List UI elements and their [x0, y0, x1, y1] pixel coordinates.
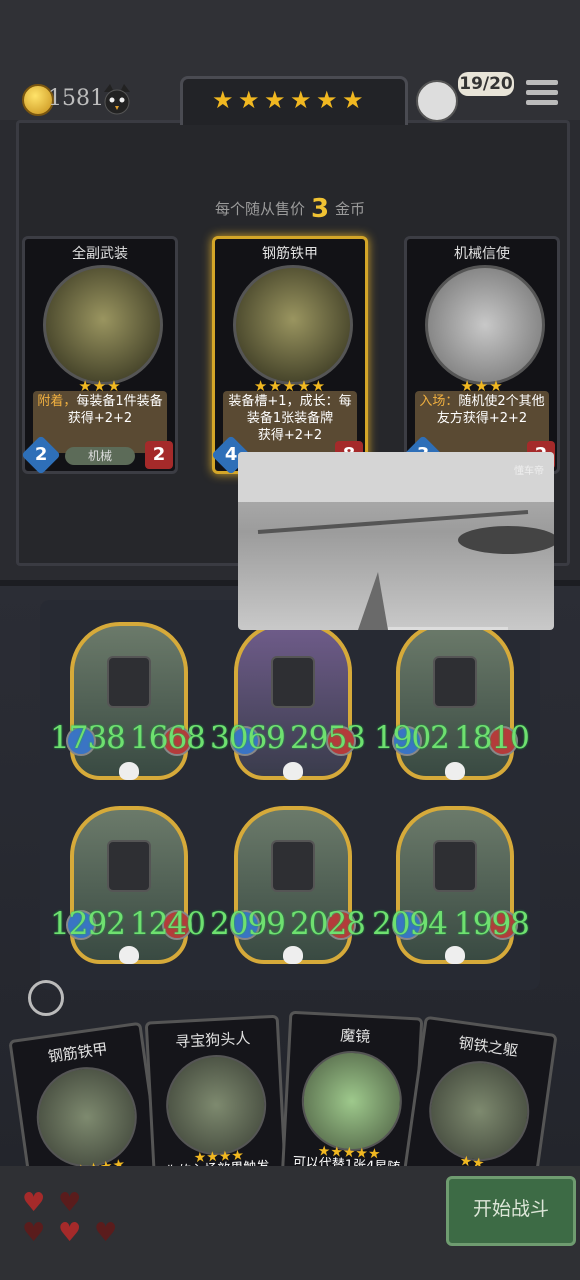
video-progress [388, 627, 508, 630]
star-icon: ★ [316, 86, 338, 114]
tribe-tag: 机械 [65, 447, 135, 465]
card-desc-text2: 获得+2+2 [67, 411, 133, 426]
minion-health: 1810 [454, 720, 530, 756]
board-minion[interactable] [230, 622, 356, 780]
card-art [299, 1048, 405, 1154]
minion-attack: 2094 [372, 906, 448, 942]
heart-empty-icon: ♥ [94, 1218, 118, 1248]
card-art [163, 1052, 269, 1158]
heart-empty-icon: ♥ [22, 1218, 46, 1248]
star-icon: ★ [342, 86, 364, 114]
heart-icon: ♥ [58, 1218, 82, 1248]
player-avatar[interactable] [416, 80, 458, 122]
star-icon: ★ [290, 86, 312, 114]
card-desc-text2: 友方获得+2+2 [436, 411, 528, 426]
minion-attack: 1292 [50, 906, 126, 942]
sell-price-suffix: 金币 [335, 200, 366, 218]
heart-icon: ♥ [22, 1188, 46, 1218]
star-icon: ★ [264, 86, 286, 114]
card-art [425, 265, 545, 385]
minion-health: 1998 [454, 906, 530, 942]
card-desc-text: 随机使2个其他 [458, 394, 545, 409]
shop-card[interactable]: 钢筋铁甲 ★★★★★ 装备槽+1，成长：每装备1张装备牌获得+2+2 4 8 [211, 236, 368, 475]
video-frame [238, 452, 554, 630]
magnifier-icon[interactable] [28, 980, 64, 1016]
coin-count: 1581 [48, 86, 104, 111]
minion-attack: 1902 [374, 720, 450, 756]
card-keyword: 附着， [37, 394, 77, 409]
card-title: 寻宝狗头人 [174, 1029, 251, 1052]
video-overlay[interactable]: 懂车帝 [238, 452, 554, 630]
minion-health: 2953 [290, 720, 366, 756]
card-art [43, 265, 163, 385]
heart-empty-icon: ♥ [58, 1188, 82, 1218]
shop-card[interactable]: 机械信使 ★★★ 入场：随机使2个其他友方获得+2+2 3 2 [403, 236, 560, 475]
minion-attack: 1738 [50, 720, 126, 756]
star-icon: ★ [238, 86, 260, 114]
minion-health: 1240 [130, 906, 206, 942]
card-title: 钢筋铁甲 [46, 1039, 109, 1066]
sell-price-value: 3 [310, 194, 330, 224]
board-minion[interactable] [392, 622, 518, 780]
minion-attack: 2099 [210, 906, 286, 942]
card-title: 机械信使 [454, 246, 510, 262]
card-keyword: 入场： [419, 394, 459, 409]
card-title: 全副武装 [72, 246, 128, 262]
level-badge: 19/20 [458, 72, 514, 96]
start-battle-button[interactable]: 开始战斗 [446, 1176, 576, 1246]
video-watermark: 懂车帝 [514, 466, 544, 477]
card-title: 钢筋铁甲 [262, 246, 318, 262]
star-icon: ★ [212, 86, 234, 114]
minion-attack: 3069 [210, 720, 286, 756]
shop-card[interactable]: 全副武装 ★★★ 附着，每装备1件装备 获得+2+2 2 机械 2 [21, 236, 178, 475]
board-minion[interactable] [66, 622, 192, 780]
minion-health: 2028 [290, 906, 366, 942]
sell-price-info: 每个随从售价 3 金币 [0, 194, 580, 224]
card-art [233, 265, 353, 385]
menu-icon[interactable] [526, 80, 558, 106]
health-gem: 2 [145, 441, 173, 469]
cat-pet-icon[interactable] [100, 82, 134, 116]
minion-health: 1668 [130, 720, 206, 756]
card-desc-text2: 获得+2+2 [257, 428, 323, 443]
card-title: 魔镜 [339, 1026, 371, 1046]
card-desc-text: 每装备1件装备 [76, 394, 163, 409]
sell-price-prefix: 每个随从售价 [214, 200, 305, 218]
card-title: 钢铁之躯 [457, 1033, 520, 1060]
card-keyword: 装备槽+1， [228, 394, 300, 409]
